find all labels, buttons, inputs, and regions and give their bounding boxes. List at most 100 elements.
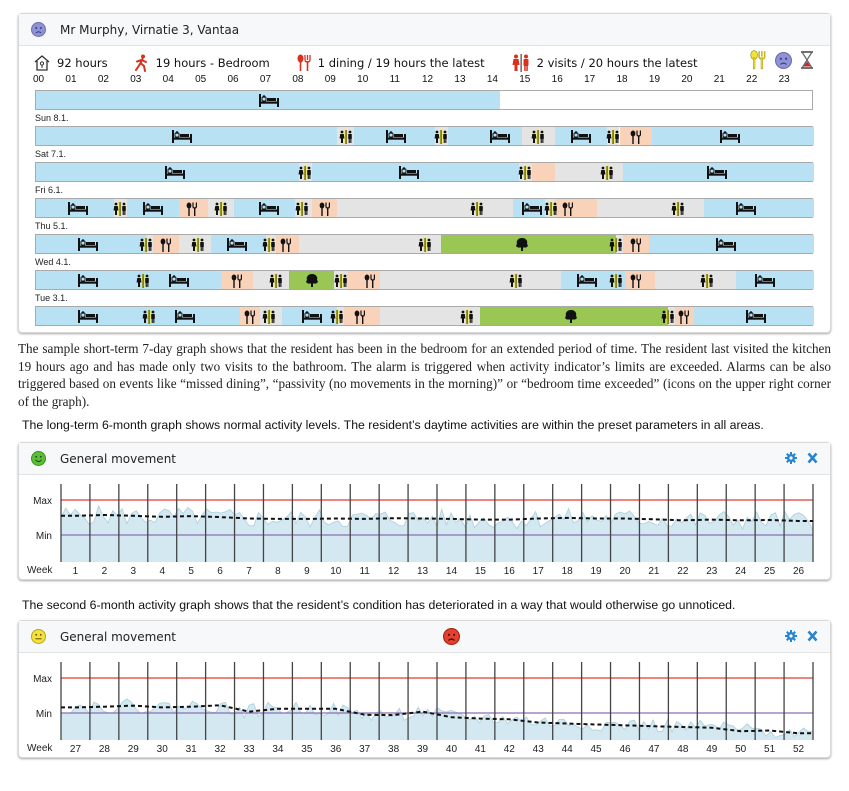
week-tick-label: 6 [217, 566, 223, 577]
hour-label: 21 [713, 74, 725, 85]
day-label: Sat 7.1. [35, 149, 67, 159]
other-segment[interactable] [596, 199, 704, 217]
restroom-icon [269, 273, 283, 288]
missed-dining-icon[interactable] [749, 50, 767, 70]
bed-icon [521, 201, 542, 216]
min-label: Min [36, 709, 52, 720]
movement-graph-panel-1: General movement Max Min Week 1 2 3 4 5 6 7 8 9 10 11… [18, 442, 831, 580]
restroom-icon [600, 165, 614, 180]
week-tick-label: 52 [793, 744, 805, 755]
week-tick-label: 30 [157, 744, 169, 755]
restroom-icon [531, 129, 545, 144]
day-timeline-bar[interactable] [35, 306, 814, 326]
min-label: Min [36, 531, 52, 542]
weekly-activity-panel: Mr Murphy, Virnatie 3, Vantaa 92 hours 1… [18, 13, 831, 333]
other-segment[interactable] [337, 199, 513, 217]
day-timeline-bar[interactable] [35, 162, 814, 182]
week-tick-label: 32 [215, 744, 227, 755]
restroom-icon [518, 165, 532, 180]
bed-icon [171, 129, 192, 144]
stat-movement-label: 19 hours - Bedroom [155, 56, 270, 70]
restroom-icon [142, 309, 156, 324]
hour-label: 01 [65, 74, 77, 85]
bed-icon [489, 129, 510, 144]
restroom-icon [330, 309, 344, 324]
other-segment[interactable] [379, 271, 562, 289]
week-tick-label: 21 [648, 566, 660, 577]
week-tick-label: 28 [99, 744, 111, 755]
max-label: Max [33, 496, 52, 507]
today-timeline-bar[interactable] [35, 90, 813, 110]
graph-title: General movement [60, 451, 177, 466]
movement-graph-panel-2: General movement Max Min Week 27 28 29 30 31 32 3… [18, 620, 831, 758]
hour-label: 22 [746, 74, 758, 85]
close-icon[interactable] [807, 452, 818, 464]
day-timeline-bar[interactable] [35, 198, 814, 218]
bed-icon [719, 129, 740, 144]
day-timeline-bar[interactable] [35, 270, 814, 290]
hour-label: 23 [778, 74, 790, 85]
week-tick-label: 49 [706, 744, 718, 755]
graph-title: General movement [60, 629, 177, 644]
hour-label: 08 [292, 74, 304, 85]
restroom-icon [298, 165, 312, 180]
longterm-caption: The long-term 6-month graph shows normal… [22, 418, 764, 432]
day-timeline-bar[interactable] [35, 126, 814, 146]
week-tick-label: 36 [330, 744, 342, 755]
week-tick-label: 38 [388, 744, 400, 755]
restroom-icon [606, 129, 620, 144]
bed-icon [259, 93, 280, 108]
week-tick-label: 3 [131, 566, 137, 577]
restroom-icon [214, 201, 228, 216]
max-label: Max [33, 674, 52, 685]
restroom-icon [136, 273, 150, 288]
week-tick-label: 7 [246, 566, 252, 577]
hour-label: 11 [389, 74, 400, 85]
day-timeline-bar[interactable] [35, 234, 814, 254]
bedroom-segment[interactable] [36, 271, 221, 289]
bed-icon [706, 165, 727, 180]
hour-label: 18 [616, 74, 628, 85]
settings-gear-icon[interactable] [785, 630, 797, 642]
bedroom-time-exceeded-icon[interactable] [800, 51, 814, 69]
bedroom-segment[interactable] [447, 127, 523, 145]
bed-icon [301, 309, 322, 324]
bed-icon [77, 309, 98, 324]
walking-person-icon [134, 54, 147, 72]
week-tick-label: 18 [562, 566, 574, 577]
week-tick-label: 5 [188, 566, 194, 577]
week-tick-label: 9 [304, 566, 310, 577]
week-axis-label: Week [27, 743, 53, 754]
week-tick-label: 12 [388, 566, 400, 577]
dining-icon [630, 273, 642, 288]
dining-icon [319, 201, 331, 216]
stat-restroom: 2 visits / 20 hours the latest [511, 54, 698, 72]
hour-label: 19 [648, 74, 661, 85]
week-axis-label: Week [27, 565, 53, 576]
week-tick-label: 29 [128, 744, 140, 755]
week-tick-label: 20 [619, 566, 631, 577]
passivity-icon[interactable] [775, 51, 792, 69]
bed-icon [570, 129, 591, 144]
bed-icon [385, 129, 406, 144]
alert-sad-face-icon[interactable] [443, 628, 460, 645]
bed-icon [226, 237, 247, 252]
week-tick-label: 17 [533, 566, 545, 577]
settings-gear-icon[interactable] [785, 452, 797, 464]
week-tick-label: 27 [70, 744, 82, 755]
other-segment[interactable] [655, 271, 737, 289]
week-tick-label: 26 [793, 566, 805, 577]
stat-dining: 1 dining / 19 hours the latest [296, 54, 485, 72]
happy-face-icon [31, 451, 46, 466]
kitchen-segment[interactable] [531, 163, 555, 181]
week-tick-label: 37 [359, 744, 371, 755]
hour-label: 12 [422, 74, 434, 85]
restroom-icon [434, 129, 448, 144]
close-icon[interactable] [807, 630, 818, 642]
bed-icon [165, 165, 186, 180]
bedroom-segment[interactable] [703, 199, 814, 217]
hour-label: 17 [584, 74, 596, 85]
bedroom-segment[interactable] [36, 307, 241, 325]
week-tick-label: 4 [159, 566, 165, 577]
tree-outdoor-icon [563, 309, 579, 324]
